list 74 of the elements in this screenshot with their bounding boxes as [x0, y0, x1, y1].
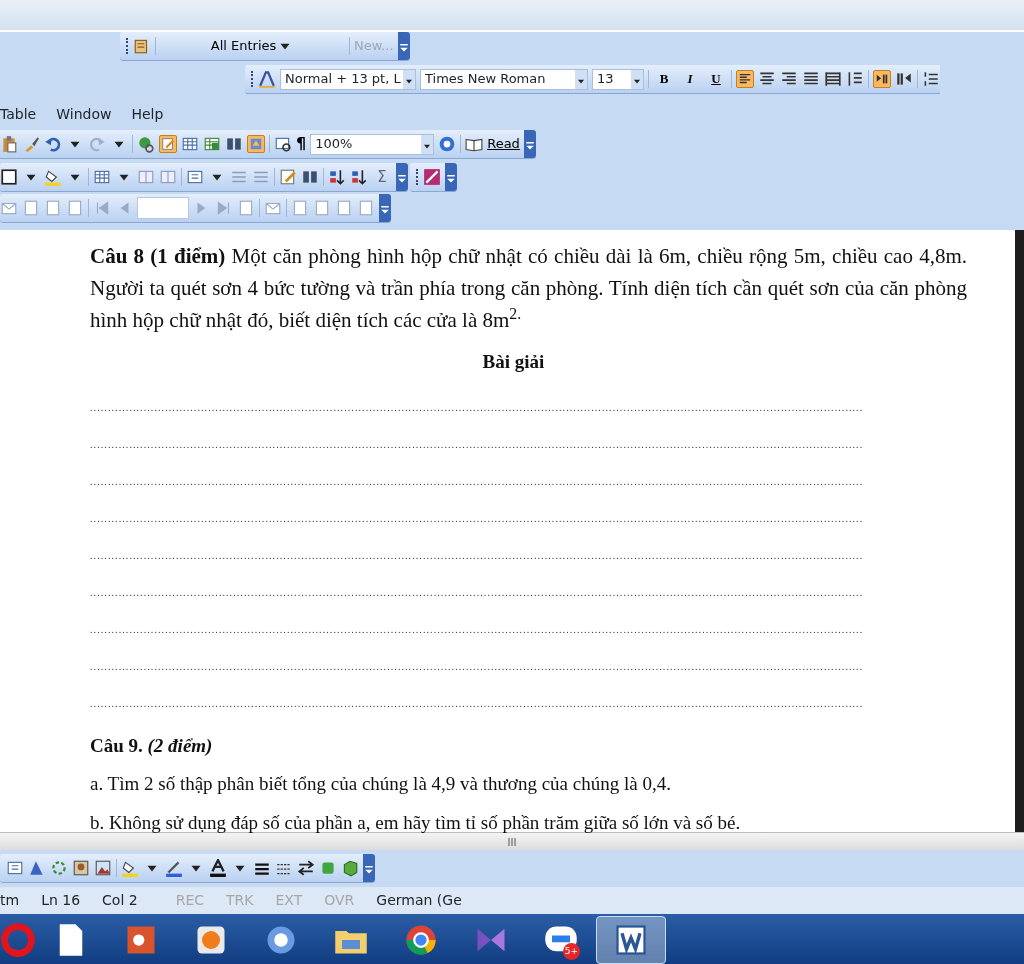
autosum-button[interactable]: Σ — [372, 165, 392, 189]
underline-button[interactable]: U — [705, 69, 727, 89]
text-direction-icon[interactable] — [873, 70, 891, 88]
fill-in-line[interactable]: ........................................................................................................................................................................................................................ — [90, 610, 967, 648]
undo-icon[interactable] — [44, 135, 62, 153]
line-spacing-icon[interactable] — [846, 70, 864, 88]
table-icon[interactable] — [181, 135, 199, 153]
border-icon[interactable] — [0, 168, 18, 186]
zoom-dropdown[interactable]: 100% — [310, 133, 435, 155]
horizontal-scrollbar[interactable] — [0, 832, 1024, 850]
line-color-icon[interactable] — [165, 859, 183, 877]
word-document-icon — [613, 922, 649, 958]
taskbar-button[interactable]: 5+ — [526, 916, 596, 964]
fill-in-line[interactable]: ........................................................................................................................................................................................................................ — [90, 425, 967, 463]
font-size-dropdown[interactable]: 13 — [592, 68, 644, 90]
picture-icon[interactable] — [94, 859, 112, 877]
merge-cells-icon[interactable] — [159, 168, 177, 186]
read-button[interactable]: Read — [465, 134, 520, 154]
fill-in-line[interactable]: ........................................................................................................................................................................................................................ — [90, 536, 967, 574]
taskbar-button[interactable] — [596, 916, 666, 964]
textbox-icon[interactable] — [6, 859, 24, 877]
text-direction-icon[interactable] — [895, 70, 913, 88]
fill-in-line[interactable]: ........................................................................................................................................................................................................................ — [90, 684, 967, 722]
spreadsheet-icon[interactable] — [203, 135, 221, 153]
status-text: TRK — [226, 891, 254, 910]
menu-item[interactable]: Table — [0, 103, 37, 125]
sort-icon[interactable] — [328, 168, 346, 186]
status-text: EXT — [275, 891, 303, 910]
menu-item[interactable]: Help — [131, 103, 164, 125]
align-left-icon[interactable] — [736, 70, 754, 88]
fill-in-line[interactable]: ........................................................................................................................................................................................................................ — [90, 462, 967, 500]
distributed-icon[interactable] — [824, 70, 842, 88]
question-paragraph: Câu 8 (1 điểm) Một căn phòng hình hộp chữ nhật có chiều dài là 6m, chiều rộng 5m, chiều cao 4,8m. Người ta quét sơn 4 bức tường và trần phía trong căn phòng. Tính diện tích cần quét sơn của căn phòng hình hộp chữ nhật đó, biết diện tích các cửa là 8m$^{2.}$ — [90, 243, 967, 334]
question-heading: Câu 9. (2 điểm) — [90, 733, 214, 758]
status-text: OVR — [324, 891, 355, 910]
columns-icon[interactable] — [225, 135, 243, 153]
fill-in-line[interactable]: ........................................................................................................................................................................................................................ — [90, 499, 967, 537]
notification-badge: 5+ — [563, 943, 580, 960]
grip-icon[interactable] — [507, 837, 517, 846]
merge-cells-icon[interactable] — [137, 168, 155, 186]
fill-bucket-icon[interactable] — [121, 859, 139, 877]
question-item: a. Tìm 2 số thập phân biết tổng của chúng là 4,9 và thương của chúng là 0,4. — [90, 772, 672, 796]
columns-icon[interactable] — [301, 168, 319, 186]
font-color-icon[interactable] — [209, 859, 227, 877]
sort-icon[interactable] — [350, 168, 368, 186]
pencil-page-icon[interactable] — [159, 135, 177, 153]
arrows-icon[interactable] — [297, 859, 315, 877]
italic-button[interactable]: I — [679, 69, 701, 89]
ribbon-icon[interactable] — [423, 168, 441, 186]
numbered-list-icon[interactable] — [922, 70, 940, 88]
status-text: REC — [175, 891, 205, 910]
ring-icon — [0, 922, 36, 958]
fill-bucket-icon[interactable] — [44, 168, 62, 186]
section-heading: Bài giải — [481, 350, 546, 374]
record-field[interactable] — [137, 197, 189, 219]
status-text: German (Ge — [376, 891, 462, 910]
menu-item[interactable]: Window — [56, 103, 112, 125]
textbox-icon[interactable] — [186, 168, 204, 186]
bold-button[interactable]: B — [653, 69, 675, 89]
fill-in-line[interactable]: ........................................................................................................................................................................................................................ — [90, 573, 967, 611]
fill-in-line[interactable]: ........................................................................................................................................................................................................................ — [90, 388, 967, 426]
pencil-page-icon[interactable] — [279, 168, 297, 186]
status-text: tm — [0, 891, 20, 910]
magnifier-page-icon[interactable] — [274, 135, 292, 153]
clipboard-icon[interactable] — [0, 135, 18, 153]
dropdown-button[interactable]: All Entries — [160, 36, 345, 56]
font-dropdown[interactable]: Times New Roman — [420, 68, 588, 90]
fill-in-line[interactable]: ........................................................................................................................................................................................................................ — [90, 647, 967, 685]
status-text: Ln 16 — [41, 891, 81, 910]
table-icon[interactable] — [93, 168, 111, 186]
style-dropdown[interactable]: Normal + 13 pt, L — [280, 68, 416, 90]
show-marks-button[interactable]: ¶ — [296, 132, 307, 156]
status-text: Col 2 — [102, 891, 138, 910]
question-item: b. Không sử dụng đáp số của phần a, em hãy tìm tỉ số phần trăm giữa số lớn và số bé. — [90, 810, 742, 835]
